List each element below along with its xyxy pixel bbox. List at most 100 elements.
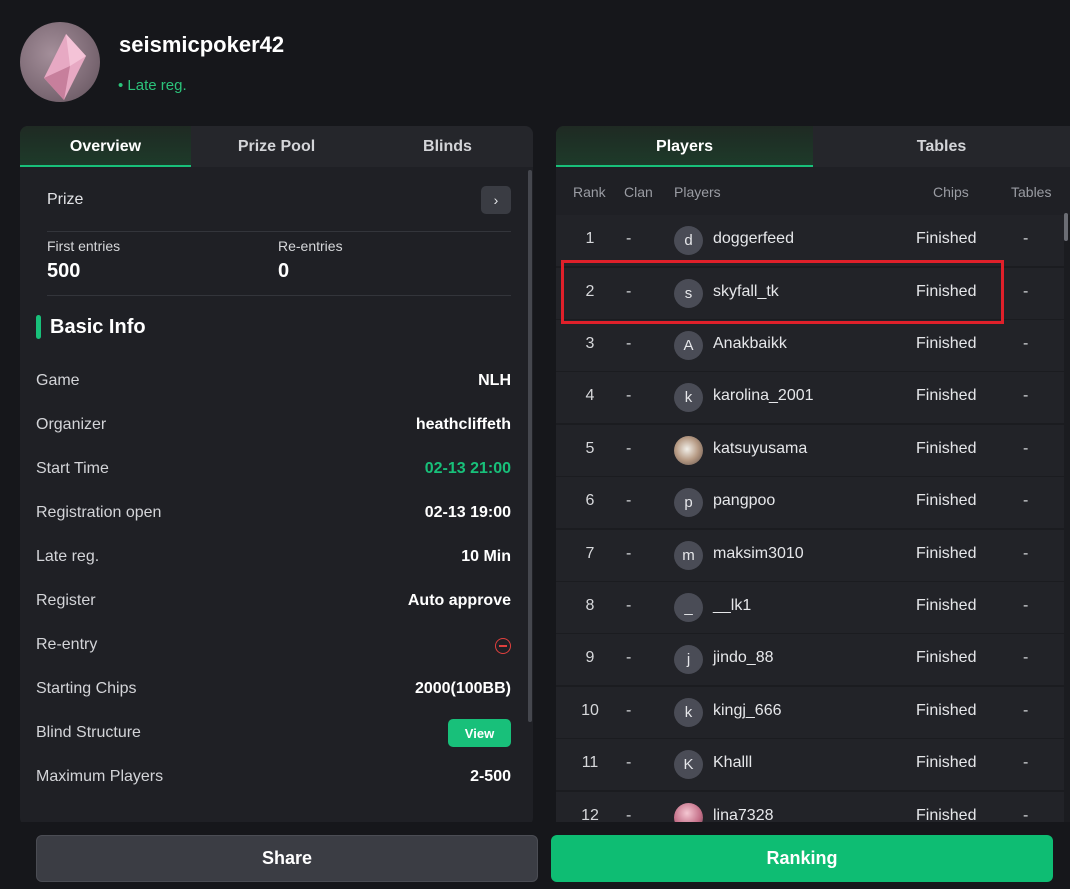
view-blinds-button[interactable]: View	[448, 719, 511, 747]
info-key: Organizer	[36, 416, 107, 433]
player-name: maksim3010	[713, 545, 804, 562]
ranking-button[interactable]: Ranking	[551, 835, 1053, 882]
chips-cell: Finished	[916, 754, 977, 771]
share-button[interactable]: Share	[36, 835, 538, 882]
re-entries-value: 0	[278, 260, 290, 282]
table-row[interactable]: 9 - j jindo_88 Finished -	[556, 634, 1064, 685]
clan-cell: -	[626, 387, 632, 404]
info-key: Game	[36, 372, 80, 389]
info-row-starting-chips: Starting Chips 2000(100BB)	[36, 674, 511, 704]
player-avatar	[674, 436, 703, 465]
player-avatar: k	[674, 383, 703, 412]
tables-cell: -	[1023, 335, 1029, 352]
prize-row[interactable]: Prize ›	[47, 186, 511, 216]
overview-panel: Overview Prize Pool Blinds Prize › First…	[20, 126, 533, 826]
clan-cell: -	[626, 440, 632, 457]
tables-cell: -	[1023, 440, 1029, 457]
info-value: Auto approve	[407, 592, 511, 609]
column-header-players: Players	[674, 184, 721, 200]
info-row-start-time: Start Time 02-13 21:00	[36, 454, 511, 484]
table-row[interactable]: 1 - d doggerfeed Finished -	[556, 215, 1064, 266]
first-entries-label: First entries	[47, 238, 121, 254]
info-value: heathcliffeth	[415, 416, 511, 433]
rank-cell: 4	[585, 387, 595, 404]
table-row[interactable]: 7 - m maksim3010 Finished -	[556, 530, 1064, 581]
clan-cell: -	[626, 492, 632, 509]
chips-cell: Finished	[916, 387, 977, 404]
player-avatar: p	[674, 488, 703, 517]
player-name: karolina_2001	[713, 387, 814, 404]
tab-players[interactable]: Players	[556, 126, 813, 167]
rank-cell: 6	[585, 492, 595, 509]
clan-cell: -	[626, 702, 632, 719]
tab-blinds[interactable]: Blinds	[362, 126, 533, 167]
info-row-organizer: Organizer heathcliffeth	[36, 410, 511, 440]
profile-header: seismicpoker42 • Late reg.	[20, 22, 620, 102]
tables-cell: -	[1023, 702, 1029, 719]
info-key: Start Time	[36, 460, 109, 477]
minus-circle-icon	[495, 638, 511, 654]
info-row-game: Game NLH	[36, 366, 511, 396]
right-scrollbar[interactable]	[1064, 213, 1068, 241]
first-entries: First entries 500	[47, 238, 120, 283]
clan-cell: -	[626, 597, 632, 614]
divider	[47, 231, 511, 232]
clan-cell: -	[626, 754, 632, 771]
tables-cell: -	[1023, 649, 1029, 666]
tables-cell: -	[1023, 754, 1029, 771]
left-scrollbar[interactable]	[528, 170, 532, 722]
player-name: __lk1	[713, 597, 752, 614]
info-row-re-entry: Re-entry	[36, 630, 511, 660]
table-row[interactable]: 3 - A Anakbaikk Finished -	[556, 320, 1064, 371]
tables-cell: -	[1023, 283, 1029, 300]
info-value: 02-13 19:00	[424, 504, 511, 521]
column-header-clan: Clan	[624, 184, 653, 200]
player-avatar: k	[674, 698, 703, 727]
tables-cell: -	[1023, 545, 1029, 562]
column-header-tables: Tables	[1011, 184, 1052, 200]
table-row[interactable]: 4 - k karolina_2001 Finished -	[556, 372, 1064, 423]
first-entries-value: 500	[47, 260, 81, 282]
chips-cell: Finished	[916, 545, 977, 562]
table-row[interactable]: 10 - k kingj_666 Finished -	[556, 687, 1064, 738]
player-name: Khalll	[713, 754, 753, 771]
player-name: katsuyusama	[713, 440, 808, 457]
chevron-right-icon[interactable]: ›	[481, 186, 511, 214]
info-row-register: Register Auto approve	[36, 586, 511, 616]
tab-prize-pool[interactable]: Prize Pool	[191, 126, 362, 167]
player-avatar: _	[674, 593, 703, 622]
chips-cell: Finished	[916, 649, 977, 666]
player-name: doggerfeed	[713, 230, 794, 247]
player-name: kingj_666	[713, 702, 782, 719]
rank-cell: 10	[581, 702, 599, 719]
column-header-chips: Chips	[933, 184, 969, 200]
info-key: Registration open	[36, 504, 162, 521]
player-name: pangpoo	[713, 492, 776, 509]
player-avatar: K	[674, 750, 703, 779]
table-row[interactable]: 11 - K Khalll Finished -	[556, 739, 1064, 790]
table-row[interactable]: 6 - p pangpoo Finished -	[556, 477, 1064, 528]
info-key: Maximum Players	[36, 768, 164, 785]
info-key: Starting Chips	[36, 680, 137, 697]
clan-cell: -	[626, 335, 632, 352]
table-row[interactable]: 5 - katsuyusama Finished -	[556, 425, 1064, 476]
basic-info-title: Basic Info	[36, 314, 146, 340]
avatar[interactable]	[20, 22, 100, 102]
table-row[interactable]: 8 - _ __lk1 Finished -	[556, 582, 1064, 633]
info-key: Re-entry	[36, 636, 98, 653]
info-row-maximum-players: Maximum Players 2-500	[36, 762, 511, 792]
status-badge: • Late reg.	[118, 77, 187, 94]
tab-overview[interactable]: Overview	[20, 126, 191, 167]
info-key: Late reg.	[36, 548, 100, 565]
table-row[interactable]: 12 - lina7328 Finished -	[556, 792, 1064, 826]
column-header-rank: Rank	[573, 184, 606, 200]
chips-cell: Finished	[916, 440, 977, 457]
tables-cell: -	[1023, 492, 1029, 509]
prize-label: Prize	[47, 191, 84, 208]
tables-cell: -	[1023, 597, 1029, 614]
rank-cell: 8	[585, 597, 595, 614]
chips-cell: Finished	[916, 230, 977, 247]
clan-cell: -	[626, 545, 632, 562]
info-row-late-reg: Late reg. 10 Min	[36, 542, 511, 572]
tab-tables[interactable]: Tables	[813, 126, 1070, 167]
